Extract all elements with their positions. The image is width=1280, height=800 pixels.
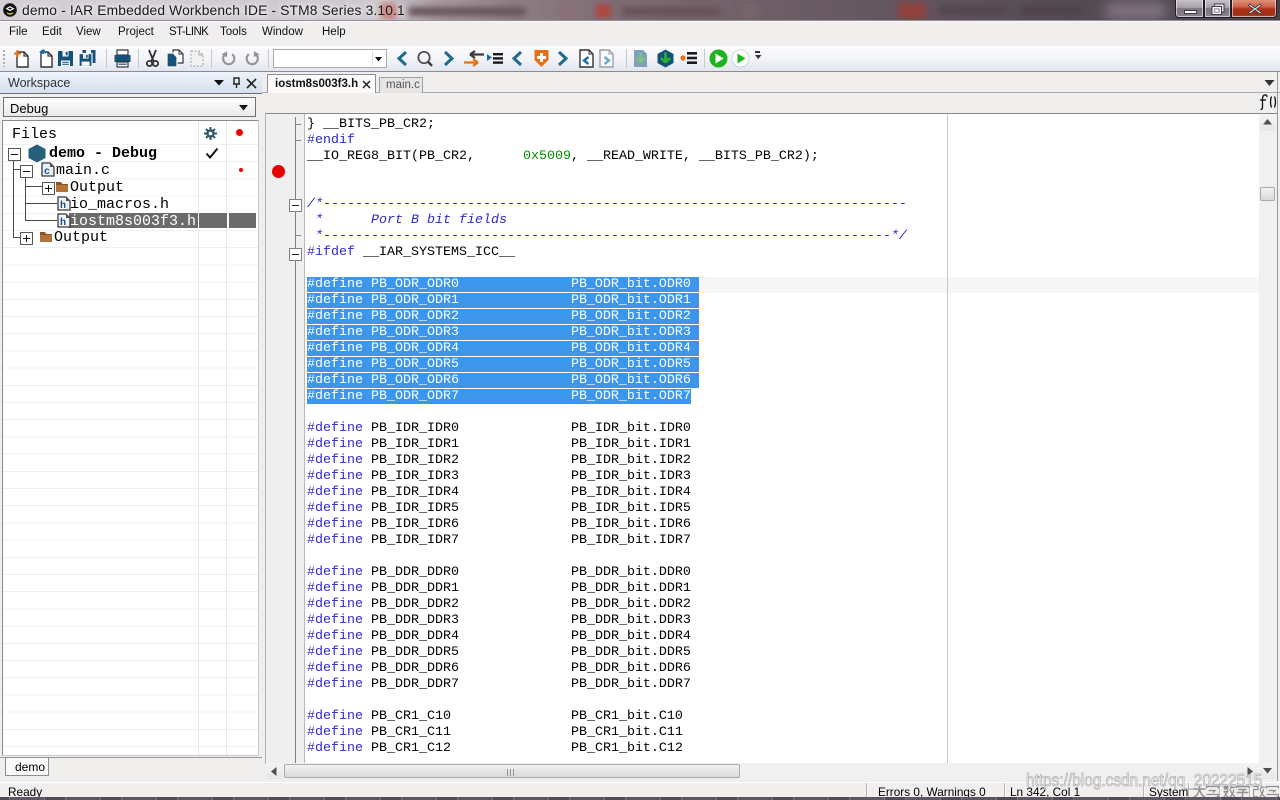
- svg-text:h: h: [60, 217, 66, 228]
- svg-text:c: c: [44, 167, 50, 177]
- svg-text:h: h: [60, 200, 66, 211]
